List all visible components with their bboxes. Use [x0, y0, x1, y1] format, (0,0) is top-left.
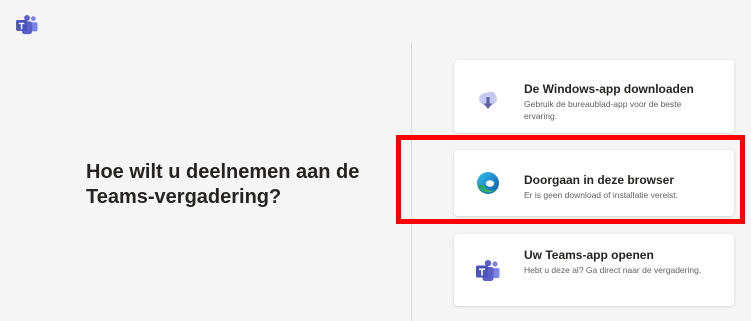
join-question-heading: Hoe wilt u deelnemen aan de Teams-vergad…	[86, 161, 360, 208]
vertical-divider	[411, 42, 412, 321]
edge-browser-icon	[477, 172, 499, 194]
teams-app-option-subtitle: Hebt u deze al? Ga direct naar de vergad…	[524, 265, 702, 275]
teams-app-option-title: Uw Teams-app openen	[524, 248, 654, 262]
teams-logo-icon	[476, 260, 500, 281]
download-option-subtitle: Gebruik de bureaublad-app voor de beste …	[524, 99, 682, 121]
open-teams-app-option[interactable]: Uw Teams-app openen Hebt u deze al? Ga d…	[454, 234, 734, 306]
browser-option-title: Doorgaan in deze browser	[524, 173, 675, 187]
continue-in-browser-option[interactable]: Doorgaan in deze browser Er is geen down…	[454, 150, 734, 216]
browser-option-subtitle: Er is geen download of installatie verei…	[524, 190, 679, 200]
download-option-title: De Windows-app downloaden	[524, 82, 694, 96]
download-windows-app-option[interactable]: De Windows-app downloaden Gebruik de bur…	[454, 60, 734, 133]
download-cloud-icon	[479, 91, 497, 109]
teams-logo-icon	[16, 15, 38, 35]
